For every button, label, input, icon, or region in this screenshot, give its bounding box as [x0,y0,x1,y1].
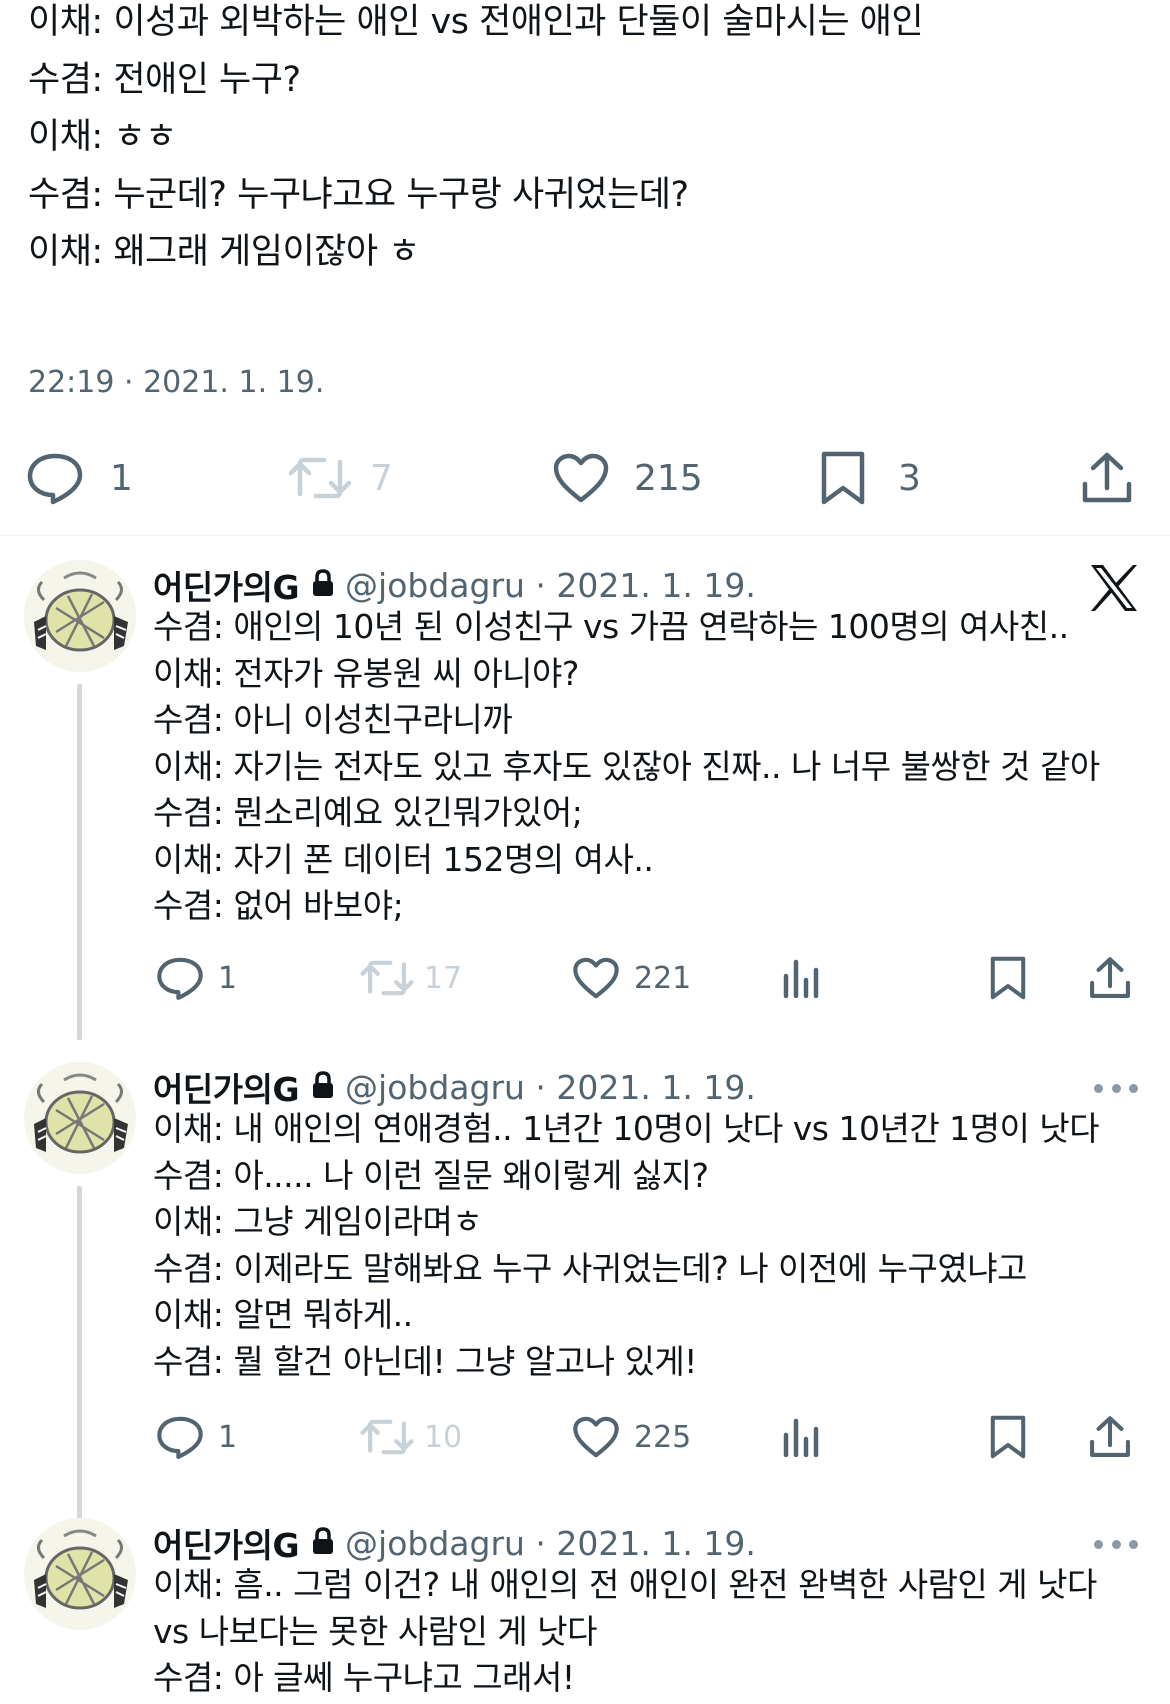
heart-icon [572,1415,620,1459]
like-count: 225 [634,1419,692,1455]
more-dots-icon[interactable] [1094,1540,1138,1552]
reply-line: 수겸: 뭘 할건 아닌데! 그냥 알고나 있게! [153,1341,697,1381]
author-handle[interactable]: @jobdagru · 2021. 1. 19. [345,1524,756,1563]
bookmark-button[interactable] [988,1402,1028,1472]
reply-line: 수겸: 아니 이성친구라니까 [153,700,513,739]
share-button[interactable] [1088,943,1132,1013]
bookmark-icon [988,955,1028,1001]
views-bar-chart-icon [782,958,824,998]
reply-line: 이채: 내 애인의 연애경험.. 1년간 10명이 낫다 vs 10년간 1명이… [153,1109,1100,1148]
reply-count: 1 [218,960,238,996]
reply-header: 어딘가의G @jobdagru · 2021. 1. 19. [153,1518,756,1568]
tweet-timestamp[interactable]: 22:19 · 2021. 1. 19. [28,365,324,400]
views-button[interactable] [782,943,824,1013]
retweet-button[interactable]: 10 [360,1402,462,1472]
views-button[interactable] [782,1402,824,1472]
reply-line: 이채: 흠.. 그럼 이건? 내 애인의 전 애인이 완전 완벽한 사람인 게 … [153,1565,1097,1604]
retweet-count: 10 [424,1419,463,1455]
main-tweet-actions: 1 7 215 3 [0,443,1170,513]
like-button[interactable]: 215 [552,443,703,513]
turtle-avatar-icon [24,560,136,672]
retweet-icon [288,454,352,502]
like-count: 215 [634,457,703,499]
reply-line: 수겸: 이제라도 말해봐요 누구 사귀었는데? 나 이전에 누구였냐고 [153,1248,1027,1288]
share-button[interactable] [1088,1402,1132,1472]
turtle-avatar-icon [24,1518,136,1630]
avatar[interactable] [24,1518,136,1630]
bookmark-button[interactable]: 3 [818,443,921,513]
reply-line: 수겸: 애인의 10년 된 이성친구 vs 가끔 연락하는 100명의 여사친.… [153,607,1069,646]
reply-line: 이채: 자기 폰 데이터 152명의 여사.. [153,839,654,879]
turtle-avatar-icon [24,1062,136,1174]
like-count: 221 [634,960,692,996]
heart-icon [552,452,610,504]
author-handle[interactable]: @jobdagru · 2021. 1. 19. [345,1068,756,1107]
share-icon [1080,450,1134,506]
main-tweet-line: 이채: 이성과 외박하는 애인 vs 전애인과 단둘이 술마시는 애인 [28,2,924,42]
reply-line: 이채: 그냥 게임이라며ㅎ [153,1202,483,1241]
retweet-button[interactable]: 17 [360,943,462,1013]
reply-line: 수겸: 아 글쎄 누구냐고 그래서! [153,1658,575,1697]
main-tweet: 이채: 이성과 외박하는 애인 vs 전애인과 단둘이 술마시는 애인 수겸: … [0,0,1170,536]
author-handle[interactable]: @jobdagru · 2021. 1. 19. [345,566,756,605]
bookmark-button[interactable] [988,943,1028,1013]
lock-icon [311,1524,335,1563]
reply-line: vs 나보다는 못한 사람인 게 낫다 [153,1611,598,1651]
reply-count: 1 [218,1419,238,1455]
reply-text: 이채: 흠.. 그럼 이건? 내 애인의 전 애인이 완전 완벽한 사람인 게 … [153,1562,1123,1702]
like-button[interactable]: 221 [572,943,691,1013]
reply-line: 이채: 알면 뭐하게.. [153,1295,413,1334]
like-button[interactable]: 225 [572,1402,691,1472]
retweet-icon [360,1416,414,1458]
reply-button[interactable]: 1 [156,943,237,1013]
main-tweet-line: 이채: 왜그래 게임이잖아 ㅎ [28,232,420,272]
heart-icon [572,956,620,1000]
divider [0,535,1170,536]
share-button[interactable] [1080,443,1134,513]
main-tweet-line: 수겸: 누군데? 누구냐고요 누구랑 사귀었는데? [28,174,689,215]
reply-line: 이채: 자기는 전자도 있고 후자도 있잖아 진짜.. 나 너무 불쌍한 것 같… [153,746,1100,786]
reply-button[interactable]: 1 [156,1402,237,1472]
bookmark-icon [988,1414,1028,1460]
views-bar-chart-icon [782,1417,824,1457]
main-tweet-line: 수겸: 전애인 누구? [28,59,301,100]
reply-text: 수겸: 애인의 10년 된 이성친구 vs 가끔 연락하는 100명의 여사친.… [153,604,1123,930]
retweet-count: 7 [370,457,393,499]
author-name[interactable]: 어딘가의G [153,1063,300,1111]
retweet-count: 17 [424,960,463,996]
reply-line: 수겸: 없어 바보야; [153,886,404,925]
reply-actions: 1 17 221 [0,943,1170,1013]
reply-bubble-icon [26,451,84,505]
reply-count: 1 [110,457,133,499]
reply-button[interactable]: 1 [26,443,133,513]
bookmark-count: 3 [898,457,921,499]
main-tweet-line: 이채: ㅎㅎ [28,117,177,157]
retweet-button[interactable]: 7 [288,443,393,513]
reply-bubble-icon [156,955,204,1001]
reply-line: 이채: 전자가 유봉원 씨 아니야? [153,653,579,693]
author-name[interactable]: 어딘가의G [153,1519,300,1567]
reply-header: 어딘가의G @jobdagru · 2021. 1. 19. [153,560,756,610]
avatar[interactable] [24,560,136,672]
reply-bubble-icon [156,1414,204,1460]
reply-line: 수겸: 아..... 나 이런 질문 왜이렇게 싫지? [153,1155,709,1195]
retweet-icon [360,957,414,999]
author-name[interactable]: 어딘가의G [153,561,300,609]
reply-actions: 1 10 225 [0,1402,1170,1472]
main-tweet-text: 이채: 이성과 외박하는 애인 vs 전애인과 단둘이 술마시는 애인 수겸: … [28,0,924,288]
lock-icon [311,1068,335,1107]
share-icon [1088,1414,1132,1460]
avatar[interactable] [24,1062,136,1174]
share-icon [1088,955,1132,1001]
thread-line [77,1186,82,1571]
reply-line: 수겸: 뭔소리예요 있긴뭐가있어; [153,793,583,832]
more-dots-icon[interactable] [1094,1084,1138,1096]
lock-icon [311,566,335,605]
bookmark-icon [818,450,868,506]
reply-text: 이채: 내 애인의 연애경험.. 1년간 10명이 낫다 vs 10년간 1명이… [153,1106,1123,1385]
reply-header: 어딘가의G @jobdagru · 2021. 1. 19. [153,1062,756,1112]
